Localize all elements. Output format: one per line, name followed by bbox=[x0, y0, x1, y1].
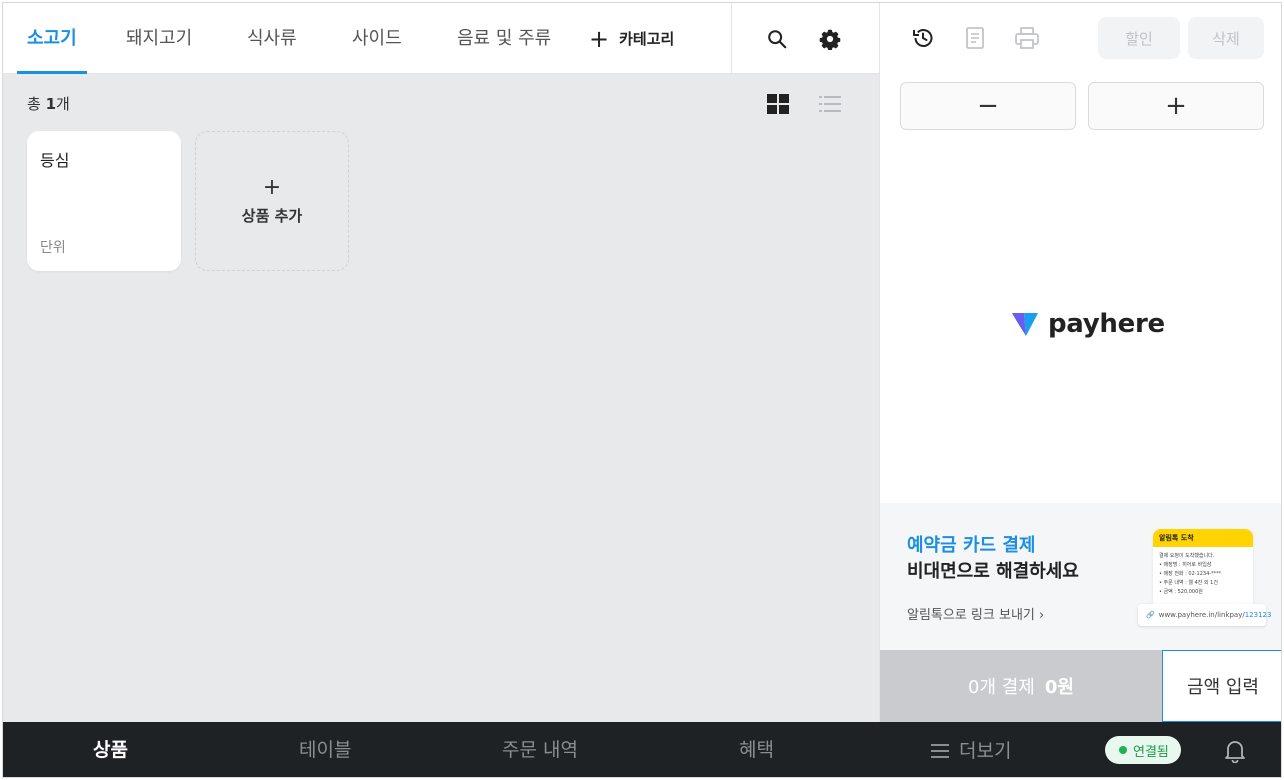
receipt-button[interactable] bbox=[960, 23, 990, 53]
promo-url: 🔗 www.payhere.in/linkpay/123123 bbox=[1138, 604, 1271, 626]
pos-window: 소고기 돼지고기 식사류 사이드 음료 및 주류 + 카테고리 총 1개 등심 … bbox=[2, 2, 1282, 778]
payhere-logo: payhere bbox=[1010, 309, 1165, 339]
document-icon bbox=[966, 27, 984, 49]
add-product-button[interactable]: + 상품 추가 bbox=[195, 131, 349, 271]
order-panel: 할인 삭제 − + payhere 예약금 카드 결제 비대면으로 해결하세요 … bbox=[879, 3, 1281, 722]
increase-quantity-button[interactable]: + bbox=[1088, 82, 1264, 130]
settings-button[interactable] bbox=[816, 25, 844, 53]
search-button[interactable] bbox=[763, 25, 791, 53]
promo-title-accent: 예약금 카드 결제 bbox=[907, 535, 1036, 556]
promo-phone-preview: 알림톡 도착 결제 요청이 도착했습니다. • 매장명 : 히어로 바입삼 • … bbox=[1153, 529, 1253, 609]
tab-beef[interactable]: 소고기 bbox=[17, 3, 87, 74]
link-icon: 🔗 bbox=[1146, 611, 1155, 619]
delete-button[interactable]: 삭제 bbox=[1188, 17, 1264, 59]
printer-icon bbox=[1015, 27, 1039, 49]
grid-icon bbox=[767, 94, 789, 114]
product-name: 등심 bbox=[40, 151, 70, 170]
tab-side[interactable]: 사이드 bbox=[352, 3, 402, 74]
plus-icon: + bbox=[589, 24, 610, 53]
nav-order-history[interactable]: 주문 내역 bbox=[502, 722, 578, 777]
category-bar: 소고기 돼지고기 식사류 사이드 음료 및 주류 + 카테고리 bbox=[3, 3, 879, 74]
list-view-button[interactable] bbox=[817, 91, 843, 117]
pay-count: 0개 결제 bbox=[968, 677, 1035, 698]
tab-drinks[interactable]: 음료 및 주류 bbox=[457, 3, 551, 74]
add-category-label: 카테고리 bbox=[619, 30, 675, 48]
nav-benefits[interactable]: 혜택 bbox=[739, 722, 774, 777]
discount-button[interactable]: 할인 bbox=[1098, 17, 1180, 59]
nav-tables[interactable]: 테이블 bbox=[299, 722, 351, 777]
add-category-button[interactable]: + 카테고리 bbox=[589, 3, 674, 74]
product-count: 총 1개 bbox=[27, 95, 70, 113]
history-icon bbox=[913, 29, 933, 47]
tab-meals[interactable]: 식사류 bbox=[247, 3, 297, 74]
plus-icon: + bbox=[262, 174, 282, 200]
nav-products[interactable]: 상품 bbox=[93, 722, 128, 777]
payhere-logo-icon bbox=[1012, 313, 1038, 336]
phone-header: 알림톡 도착 bbox=[1153, 529, 1253, 547]
menu-icon bbox=[931, 743, 949, 758]
product-card[interactable]: 등심 단위 bbox=[27, 131, 181, 271]
product-unit: 단위 bbox=[40, 240, 66, 256]
amount-input-button[interactable]: 금액 입력 bbox=[1162, 650, 1281, 722]
bell-icon bbox=[1225, 741, 1245, 763]
logo-text: payhere bbox=[1048, 309, 1165, 339]
grid-view-button[interactable] bbox=[765, 91, 791, 117]
chevron-right-icon: › bbox=[1039, 608, 1045, 623]
promo-link[interactable]: 알림톡으로 링크 보내기 › bbox=[907, 604, 1044, 623]
pay-button[interactable]: 0개 결제 0원 bbox=[880, 650, 1162, 722]
toolbar-divider bbox=[731, 3, 732, 74]
promo-banner[interactable]: 예약금 카드 결제 비대면으로 해결하세요 알림톡으로 링크 보내기 › 알림톡… bbox=[880, 503, 1281, 650]
status-dot bbox=[1119, 746, 1127, 754]
print-button[interactable] bbox=[1012, 23, 1042, 53]
connection-status-badge: 연결됨 bbox=[1105, 736, 1181, 764]
phone-body: 결제 요청이 도착했습니다. • 매장명 : 히어로 바입삼 • 매장 전화 :… bbox=[1159, 553, 1222, 595]
gear-icon bbox=[819, 29, 841, 50]
tab-pork[interactable]: 돼지고기 bbox=[126, 3, 192, 74]
decrease-quantity-button[interactable]: − bbox=[900, 82, 1076, 130]
add-product-label: 상품 추가 bbox=[241, 206, 303, 225]
history-button[interactable] bbox=[908, 23, 938, 53]
pay-amount: 0원 bbox=[1044, 677, 1074, 698]
product-area: 소고기 돼지고기 식사류 사이드 음료 및 주류 + 카테고리 총 1개 등심 … bbox=[3, 3, 879, 722]
search-icon bbox=[768, 30, 787, 49]
bottom-nav: 상품 테이블 주문 내역 혜택 더보기 연결됨 bbox=[3, 722, 1281, 777]
nav-more[interactable]: 더보기 bbox=[931, 722, 1011, 777]
list-icon bbox=[819, 96, 841, 112]
promo-title: 비대면으로 해결하세요 bbox=[907, 561, 1079, 582]
notifications-button[interactable] bbox=[1222, 738, 1248, 764]
